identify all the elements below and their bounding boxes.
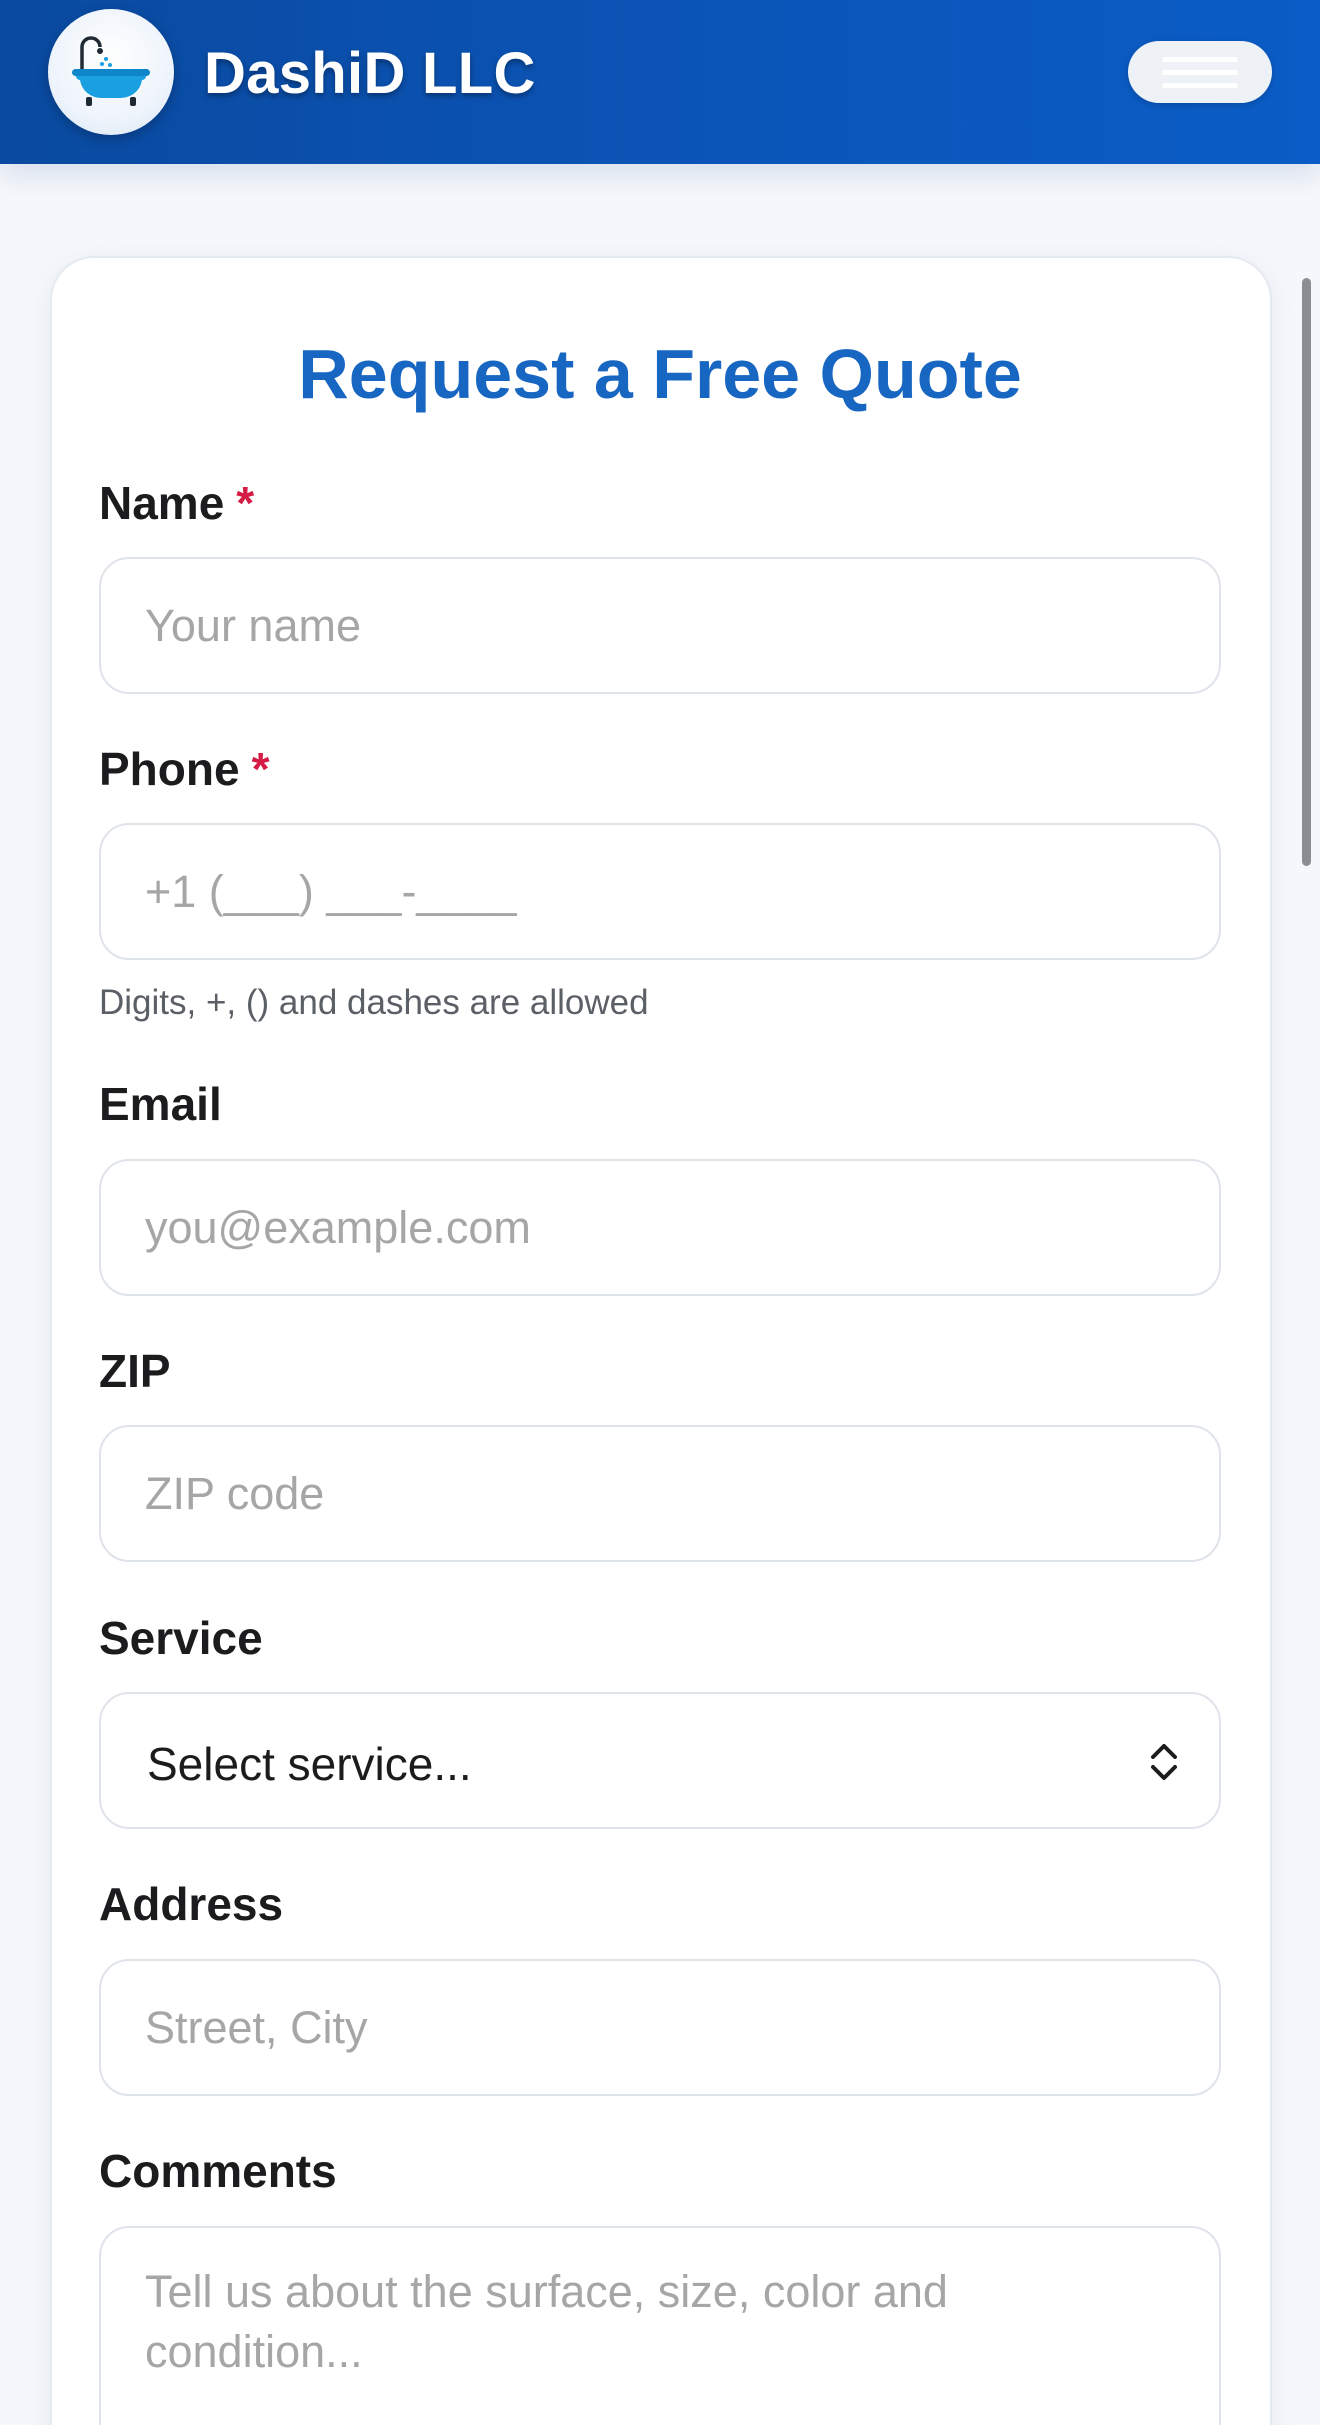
- service-select[interactable]: Select service...: [99, 1692, 1221, 1829]
- phone-field[interactable]: [99, 823, 1221, 960]
- hamburger-menu-icon: [1162, 57, 1238, 62]
- site-header: DashiD LLC: [0, 0, 1320, 164]
- name-label-text: Name: [99, 477, 225, 529]
- bathtub-icon: [72, 36, 150, 106]
- name-field[interactable]: [99, 557, 1221, 694]
- comments-textarea[interactable]: [145, 2262, 1175, 2425]
- phone-label: Phone *: [99, 742, 269, 796]
- comments-field[interactable]: [99, 2226, 1221, 2425]
- brand-name[interactable]: DashiD LLC: [204, 40, 536, 107]
- service-select-value: Select service...: [147, 1738, 472, 1790]
- hamburger-menu-icon-bar: [1162, 70, 1238, 75]
- phone-hint: Digits, +, () and dashes are allowed: [99, 983, 649, 1022]
- name-input[interactable]: [145, 559, 1175, 692]
- page-scrollbar[interactable]: [1302, 278, 1311, 866]
- brand-logo[interactable]: [48, 9, 174, 135]
- form-title: Request a Free Quote: [298, 335, 1022, 413]
- phone-label-text: Phone: [99, 743, 240, 795]
- address-label: Address: [99, 1878, 284, 1930]
- address-input[interactable]: [145, 1961, 1175, 2094]
- zip-input[interactable]: [145, 1427, 1175, 1560]
- hamburger-menu-icon-bar: [1162, 83, 1238, 88]
- name-required-marker: *: [236, 477, 255, 529]
- menu-button[interactable]: [1128, 41, 1272, 103]
- email-field[interactable]: [99, 1159, 1221, 1296]
- zip-label: ZIP: [99, 1345, 171, 1397]
- page: DashiD LLC Request a Free Quote Name* Ph…: [0, 0, 1320, 2425]
- phone-input[interactable]: [145, 825, 1175, 958]
- service-label: Service: [99, 1612, 263, 1664]
- phone-required-marker: *: [251, 743, 270, 795]
- zip-field[interactable]: [99, 1425, 1221, 1562]
- email-label: Email: [99, 1078, 222, 1130]
- chevron-up-down-icon: [1151, 1744, 1177, 1780]
- email-input[interactable]: [145, 1161, 1175, 1294]
- address-field[interactable]: [99, 1959, 1221, 2096]
- name-label: Name *: [99, 476, 254, 530]
- comments-label: Comments: [99, 2145, 337, 2197]
